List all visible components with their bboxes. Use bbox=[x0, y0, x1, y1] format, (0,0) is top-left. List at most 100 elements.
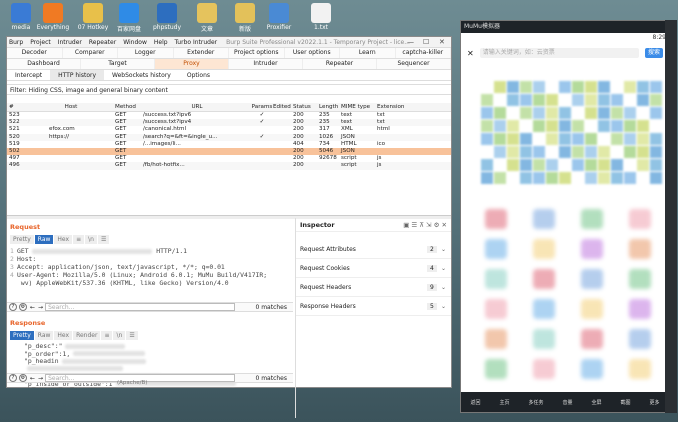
tab-target[interactable]: Target bbox=[81, 59, 155, 69]
col-length[interactable]: Length bbox=[319, 103, 341, 111]
newline-icon[interactable]: \n bbox=[113, 331, 126, 340]
col-number[interactable]: # bbox=[7, 103, 27, 111]
tab-logger[interactable]: Logger bbox=[118, 48, 174, 58]
nav-button[interactable]: 多任务 bbox=[528, 399, 543, 406]
maximize-button[interactable]: ☐ bbox=[423, 38, 429, 46]
tab-sequencer[interactable]: Sequencer bbox=[377, 59, 451, 69]
app-icon[interactable] bbox=[533, 239, 555, 259]
app-search-input[interactable]: 请输入关键词，如：云资票 bbox=[479, 48, 639, 58]
request-tab-raw[interactable]: Raw bbox=[34, 235, 54, 244]
app-icon[interactable] bbox=[629, 329, 651, 349]
desktop-icon-search-icon[interactable]: Everything bbox=[36, 3, 70, 31]
tab-decoder[interactable]: Decoder bbox=[7, 48, 63, 58]
tab-extender[interactable]: Extender bbox=[174, 48, 229, 58]
response-tab-render[interactable]: Render bbox=[73, 331, 101, 340]
menu-project[interactable]: Project bbox=[30, 39, 51, 46]
app-icon[interactable] bbox=[629, 359, 651, 379]
tab-user-options[interactable]: User options bbox=[285, 48, 340, 58]
app-icon[interactable] bbox=[533, 209, 555, 229]
inspector-response-headers[interactable]: Response Headers 5 ⌄ bbox=[296, 297, 451, 316]
col-url[interactable]: URL bbox=[143, 103, 251, 111]
app-icon[interactable] bbox=[581, 269, 603, 289]
app-icon[interactable] bbox=[485, 359, 507, 379]
desktop-icon-p-icon[interactable]: phpstudy bbox=[150, 3, 184, 31]
app-icon[interactable] bbox=[485, 209, 507, 229]
app-icon[interactable] bbox=[581, 329, 603, 349]
app-icon[interactable] bbox=[581, 299, 603, 319]
col-host[interactable]: Host bbox=[27, 103, 115, 111]
app-icon[interactable] bbox=[533, 329, 555, 349]
menu-intruder[interactable]: Intruder bbox=[58, 39, 82, 46]
col-mime-type[interactable]: MIME type bbox=[341, 103, 377, 111]
subtab-intercept[interactable]: Intercept bbox=[7, 70, 50, 80]
menu-window[interactable]: Window bbox=[123, 39, 147, 46]
prev-arrow-icon[interactable]: ← bbox=[30, 375, 35, 382]
subtab-options[interactable]: Options bbox=[179, 70, 218, 80]
inspector-request-attributes[interactable]: Request Attributes 2 ⌄ bbox=[296, 240, 451, 259]
nav-button[interactable]: 更多 bbox=[649, 399, 659, 406]
app-icon[interactable] bbox=[533, 299, 555, 319]
col-extension[interactable]: Extension bbox=[377, 103, 407, 111]
desktop-icon-folder-icon[interactable]: 07 Hotkey bbox=[76, 3, 110, 31]
inspector-request-cookies[interactable]: Request Cookies 4 ⌄ bbox=[296, 259, 451, 278]
desktop-icon-folder-icon[interactable]: 新版 bbox=[228, 3, 262, 33]
app-icon[interactable] bbox=[581, 209, 603, 229]
tab-project-options[interactable]: Project options bbox=[229, 48, 285, 58]
table-row[interactable]: 523 GET/success.txt?ipv6 ✓ 200 235 text txt bbox=[7, 112, 451, 119]
table-row[interactable]: 496 GET/fb/hot-hotfix... 200 script js bbox=[7, 162, 451, 170]
menu-repeater[interactable]: Repeater bbox=[89, 39, 116, 46]
app-search-button[interactable]: 搜索 bbox=[645, 48, 663, 58]
tab-intruder[interactable]: Intruder bbox=[229, 59, 303, 69]
app-icon[interactable] bbox=[629, 299, 651, 319]
table-row[interactable]: 521 efox.com GET/canonical.html 200 317 XML ht… bbox=[7, 126, 451, 133]
col-method[interactable]: Method bbox=[115, 103, 143, 111]
menu-turbo-intruder[interactable]: Turbo Intruder bbox=[175, 39, 218, 46]
app-icon[interactable] bbox=[485, 329, 507, 349]
desktop-icon-cloud-icon[interactable]: 百家网盘 bbox=[112, 3, 146, 33]
nav-button[interactable]: 返回 bbox=[470, 399, 480, 406]
response-tab-hex[interactable]: Hex bbox=[54, 331, 73, 340]
next-arrow-icon[interactable]: → bbox=[38, 375, 43, 382]
nav-button[interactable]: 音量 bbox=[562, 399, 572, 406]
table-row[interactable]: 519 GET /...images/li... 404 734 HTML ico bbox=[7, 141, 451, 148]
settings-icon[interactable]: ⚙ bbox=[19, 374, 27, 382]
menu-icon[interactable]: ☰ bbox=[97, 235, 110, 244]
app-icon[interactable] bbox=[581, 239, 603, 259]
close-icon[interactable]: ✕ bbox=[467, 49, 474, 58]
subtab-http-history[interactable]: HTTP history bbox=[50, 70, 105, 80]
app-icon[interactable] bbox=[485, 269, 507, 289]
table-row[interactable]: 502 GET 200 5046 JSON bbox=[7, 147, 451, 156]
tab-learn[interactable]: Learn bbox=[340, 48, 396, 58]
request-tab-hex[interactable]: Hex bbox=[54, 235, 73, 244]
table-row[interactable]: 522 GET/success.txt?ipv4 ✓ 200 235 text txt bbox=[7, 119, 451, 127]
col-params[interactable]: Params bbox=[251, 103, 273, 111]
request-tab-pretty[interactable]: Pretty bbox=[10, 235, 34, 244]
minimize-button[interactable]: — bbox=[407, 38, 414, 46]
col-status[interactable]: Status bbox=[293, 103, 319, 111]
app-icon[interactable] bbox=[629, 209, 651, 229]
col-edited[interactable]: Edited bbox=[273, 103, 293, 111]
subtab-websockets-history[interactable]: WebSockets history bbox=[104, 70, 179, 80]
nav-button[interactable]: 截图 bbox=[620, 399, 630, 406]
app-icon[interactable] bbox=[581, 359, 603, 379]
layout-icons[interactable]: ▣ ☰ ⊼ ⇲ ⚙ ✕ bbox=[403, 221, 447, 229]
tab-comparer[interactable]: Comparer bbox=[63, 48, 118, 58]
table-row[interactable]: 497 GET 200 92678 script js bbox=[7, 155, 451, 162]
response-tab-pretty[interactable]: Pretty bbox=[10, 331, 34, 340]
desktop-icon-folder-icon[interactable]: 文章 bbox=[190, 3, 224, 33]
menu-help[interactable]: Help bbox=[154, 39, 168, 46]
desktop-icon-file-icon[interactable]: 1.txt bbox=[304, 3, 338, 31]
tab-captcha-killer[interactable]: captcha-killer bbox=[396, 48, 451, 58]
app-icon[interactable] bbox=[485, 299, 507, 319]
table-row[interactable]: 520 https:// GET/search?q=&ft=&ingle_u... ✓… bbox=[7, 133, 451, 141]
inspector-request-headers[interactable]: Request Headers 9 ⌄ bbox=[296, 278, 451, 297]
tab-repeater[interactable]: Repeater bbox=[303, 59, 377, 69]
app-icon[interactable] bbox=[485, 239, 507, 259]
newline-icon[interactable]: \n bbox=[85, 235, 97, 244]
desktop-icon-folder-icon[interactable]: media bbox=[4, 3, 38, 31]
wrap-icon[interactable]: ≡ bbox=[73, 235, 85, 244]
nav-button[interactable]: 全屏 bbox=[591, 399, 601, 406]
wrap-icon[interactable]: ≡ bbox=[101, 331, 113, 340]
desktop-icon-proxifier-icon[interactable]: Proxifier bbox=[262, 3, 296, 31]
tab-dashboard[interactable]: Dashboard bbox=[7, 59, 81, 69]
